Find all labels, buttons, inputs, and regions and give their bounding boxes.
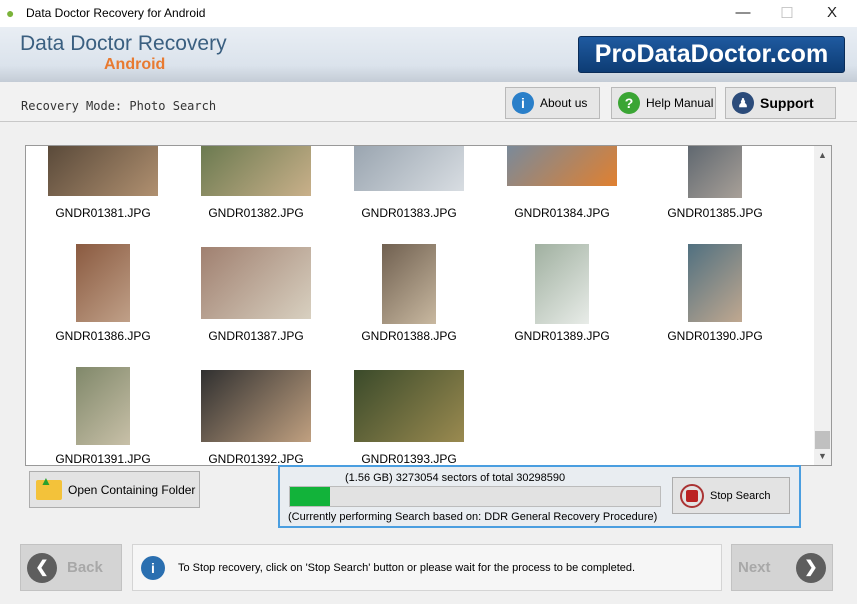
photo-filename[interactable]: GNDR01386.JPG [28,329,178,343]
title-bar: ● Data Doctor Recovery for Android — ☐ X [0,0,857,27]
photo-filename[interactable]: GNDR01382.JPG [181,206,331,220]
photo-thumbnail[interactable] [48,146,158,196]
photo-filename[interactable]: GNDR01384.JPG [487,206,637,220]
photo-thumbnail[interactable] [382,244,436,324]
support-person-icon: ♟ [732,92,754,114]
brand-subtitle: Android [104,56,166,73]
open-folder-label: Open Containing Folder [68,482,196,497]
search-progress-panel: (1.56 GB) 3273054 sectors of total 30298… [278,465,801,528]
photo-thumbnail[interactable] [201,146,311,196]
back-arrow-icon: ❮ [27,552,57,583]
stop-search-label: Stop Search [710,489,771,502]
help-manual-button[interactable]: ? Help Manual [611,87,716,119]
vertical-scrollbar[interactable]: ▲ ▼ [814,146,831,465]
open-containing-folder-button[interactable]: ▲ Open Containing Folder [29,471,200,508]
photo-thumbnail[interactable] [535,244,589,324]
recovered-photos-gallery: GNDR01381.JPG GNDR01382.JPG GNDR01383.JPG G… [25,145,832,466]
info-icon: i [512,92,534,114]
photo-filename[interactable]: GNDR01387.JPG [181,329,331,343]
about-us-label: About us [540,96,588,110]
photo-thumbnail[interactable] [354,146,464,191]
procedure-status: (Currently performing Search based on: D… [288,511,658,523]
info-message: To Stop recovery, click on 'Stop Search'… [178,562,636,574]
photo-filename[interactable]: GNDR01381.JPG [28,206,178,220]
brand-title: Data Doctor Recovery [20,32,227,55]
sectors-status: (1.56 GB) 3273054 sectors of total 30298… [345,472,566,484]
photo-filename[interactable]: GNDR01390.JPG [640,329,790,343]
photo-thumbnail[interactable] [688,244,742,322]
header-banner: Data Doctor Recovery Android ProDataDoct… [0,27,857,82]
scroll-up-icon[interactable]: ▲ [818,150,827,160]
minimize-button[interactable]: — [728,4,758,22]
photo-thumbnail[interactable] [354,370,464,442]
stop-search-button[interactable]: Stop Search [672,477,790,514]
photo-thumbnail[interactable] [201,247,311,319]
stop-icon [680,483,704,508]
info-message-box: i To Stop recovery, click on 'Stop Searc… [132,544,722,591]
next-label: Next [738,559,771,576]
help-icon: ? [618,92,640,114]
navigation-row: ❮ Back i To Stop recovery, click on 'Sto… [0,540,857,604]
photo-thumbnail[interactable] [201,370,311,442]
maximize-button[interactable]: ☐ [772,4,802,22]
photo-filename[interactable]: GNDR01391.JPG [28,452,178,465]
scroll-down-icon[interactable]: ▼ [818,451,827,461]
prodatadoctor-logo[interactable]: ProDataDoctor.com [578,36,845,73]
info-icon: i [141,556,165,580]
close-button[interactable]: X [817,4,847,22]
progress-fill [290,487,330,506]
help-manual-label: Help Manual [646,96,714,110]
photo-filename[interactable]: GNDR01385.JPG [640,206,790,220]
photo-filename[interactable]: GNDR01388.JPG [334,329,484,343]
support-label: Support [760,95,814,111]
photo-thumbnail[interactable] [76,367,130,445]
recovery-mode-label: Recovery Mode: Photo Search [21,99,217,113]
back-button[interactable]: ❮ Back [20,544,122,591]
photo-thumbnail[interactable] [76,244,130,322]
back-label: Back [67,559,103,576]
android-app-icon: ● [6,5,15,21]
photo-filename[interactable]: GNDR01389.JPG [487,329,637,343]
support-button[interactable]: ♟ Support [725,87,836,119]
progress-bar [289,486,661,507]
photo-thumbnail[interactable] [688,146,742,198]
photo-filename[interactable]: GNDR01393.JPG [334,452,484,465]
scrollbar-thumb[interactable] [815,431,830,449]
photo-filename[interactable]: GNDR01383.JPG [334,206,484,220]
photo-thumbnail[interactable] [507,146,617,186]
window-title: Data Doctor Recovery for Android [26,6,206,20]
next-button[interactable]: Next ❯ [731,544,833,591]
next-arrow-icon: ❯ [796,552,826,583]
photo-filename[interactable]: GNDR01392.JPG [181,452,331,465]
about-us-button[interactable]: i About us [505,87,600,119]
folder-icon: ▲ [36,474,62,500]
mode-bar: Recovery Mode: Photo Search i About us ?… [0,82,857,122]
